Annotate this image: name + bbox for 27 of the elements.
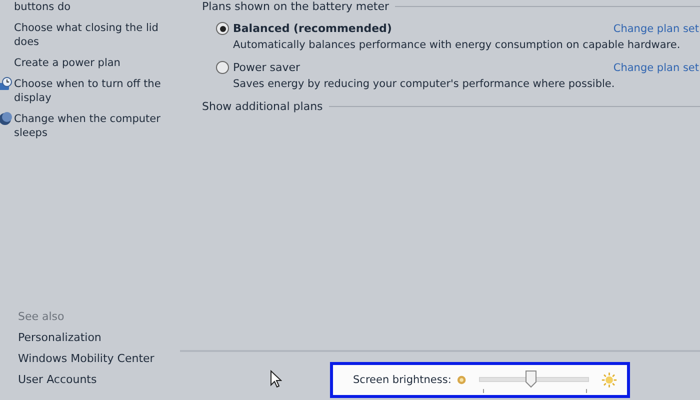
group-heading: Plans shown on the battery meter <box>202 0 390 13</box>
change-plan-link[interactable]: Change plan set <box>613 22 699 34</box>
radio-button[interactable] <box>216 61 229 74</box>
plan-name: Balanced (recommended) <box>233 22 393 35</box>
see-also-link[interactable]: Personalization <box>18 331 180 344</box>
brightness-slider[interactable] <box>478 370 588 390</box>
slider-thumb[interactable] <box>525 370 538 388</box>
see-also-heading: See also <box>18 310 66 323</box>
task-link[interactable]: Choose when to turn off the display <box>14 77 174 105</box>
task-link[interactable]: Create a power plan <box>14 56 174 70</box>
change-plan-link[interactable]: Change plan set <box>613 62 699 74</box>
task-link[interactable]: Choose what closing the lid does <box>14 21 174 49</box>
plan-description: Automatically balances performance with energy consumption on capable hardware. <box>232 39 682 51</box>
see-also-link[interactable]: Windows Mobility Center <box>18 352 180 365</box>
show-additional-plans-toggle[interactable]: Show additional plans <box>202 100 323 113</box>
see-also-link[interactable]: User Accounts <box>18 373 180 386</box>
bright-sun-icon <box>600 371 617 389</box>
radio-button[interactable] <box>216 22 229 35</box>
brightness-label: Screen brightness: <box>353 374 452 386</box>
plan-description: Saves energy by reducing your computer's performance where possible. <box>232 78 616 90</box>
task-link[interactable]: buttons do <box>14 0 174 14</box>
task-link[interactable]: Change when the computer sleeps <box>14 112 174 140</box>
mouse-cursor-icon <box>270 370 282 388</box>
dim-sun-icon <box>457 375 467 385</box>
plan-name: Power saver <box>233 61 302 74</box>
moon-icon <box>0 112 12 126</box>
clock-monitor-icon <box>0 77 12 91</box>
